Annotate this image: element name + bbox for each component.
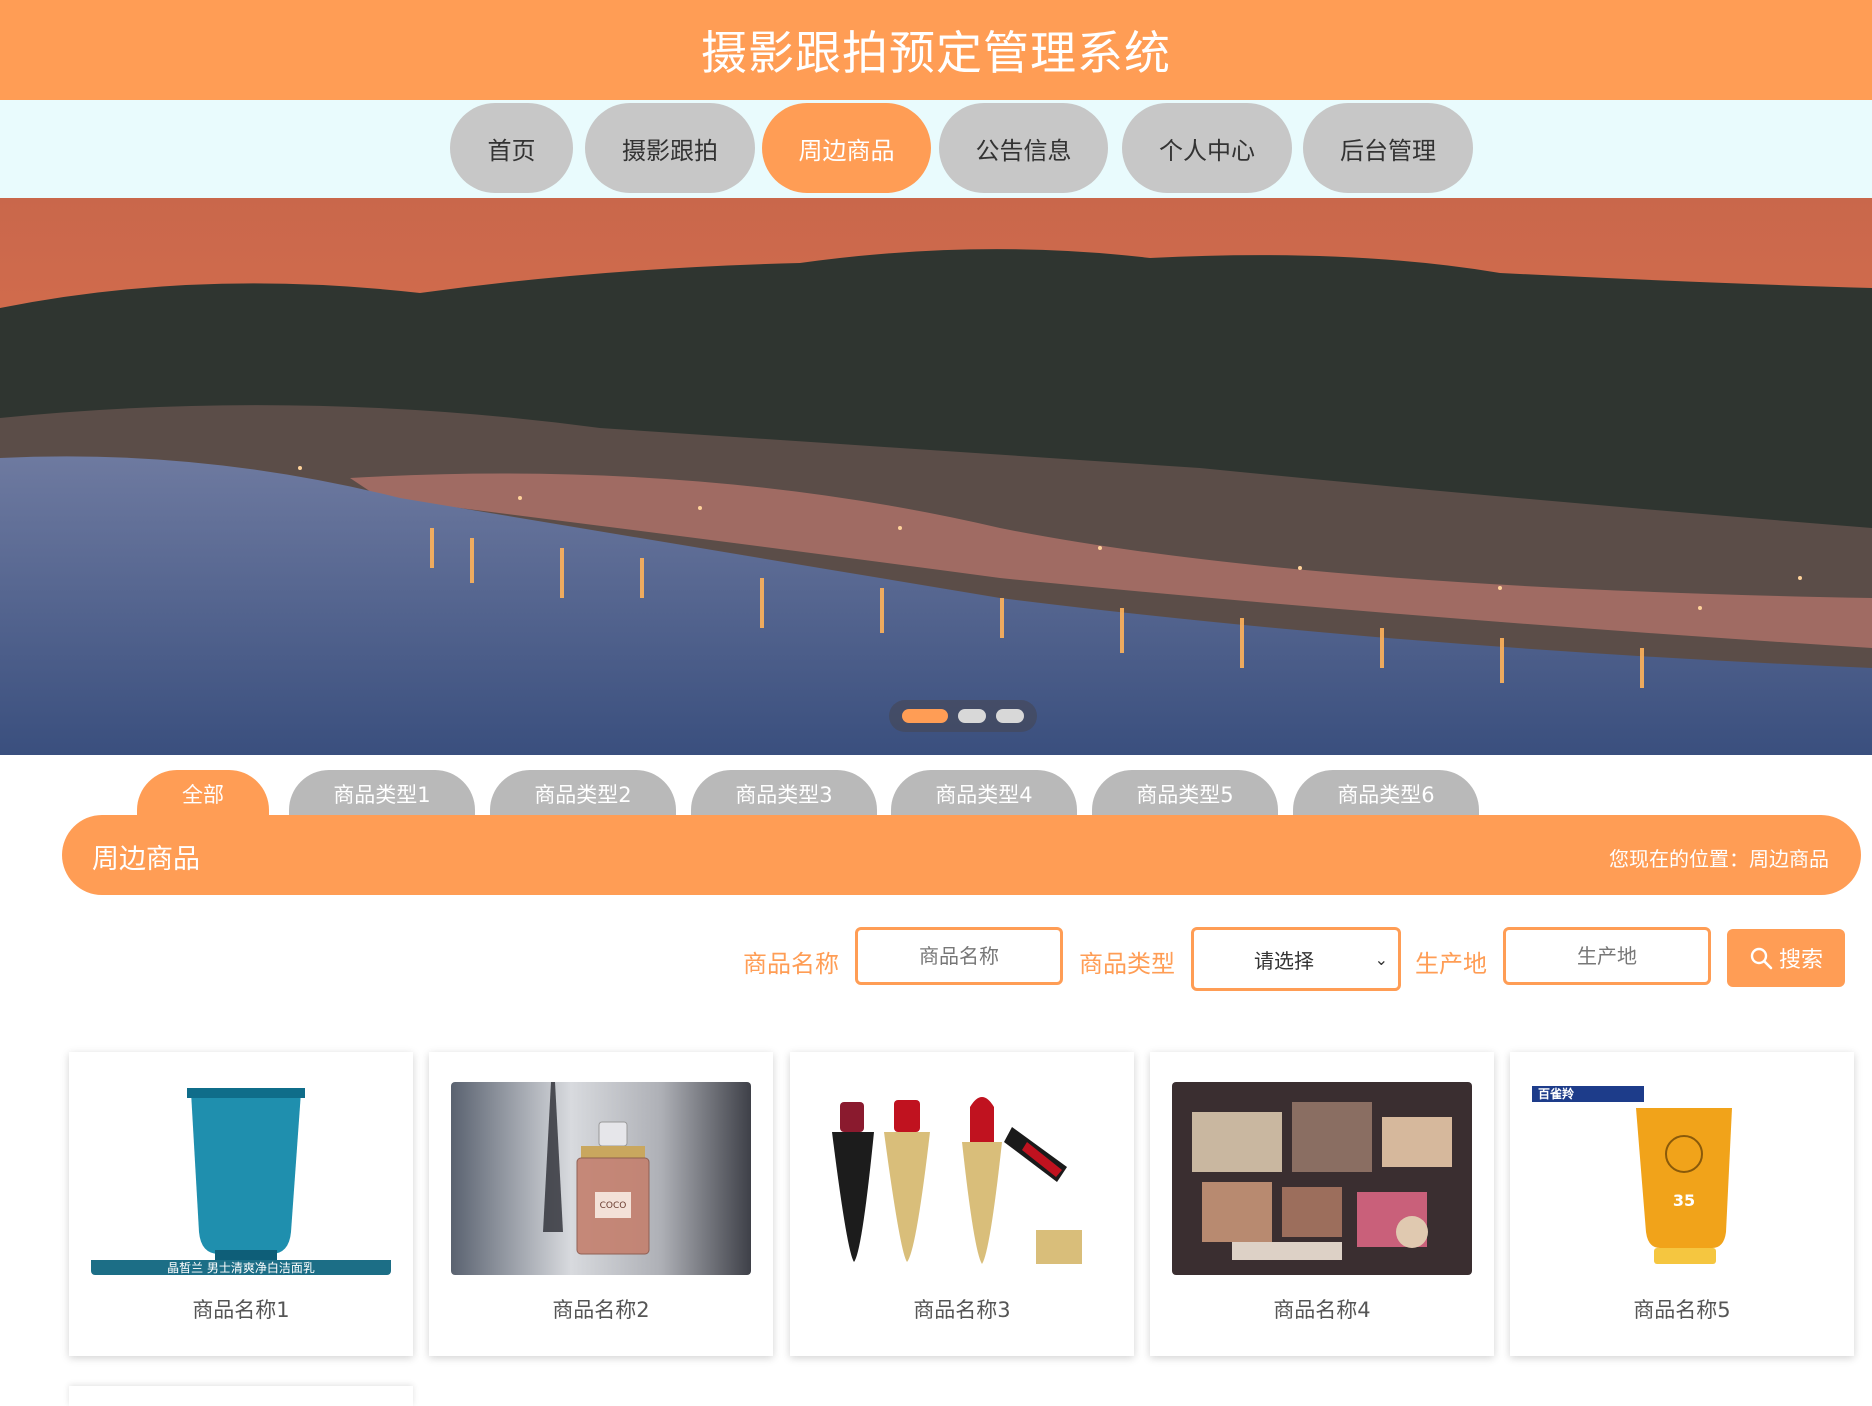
- product-name: 商品名称1: [192, 1298, 290, 1322]
- svg-text:35: 35: [1673, 1191, 1695, 1210]
- carousel-dot-1[interactable]: [902, 709, 948, 723]
- banner-carousel[interactable]: [0, 198, 1872, 755]
- nav-item-admin[interactable]: 后台管理: [1303, 103, 1473, 193]
- category-tab-type3[interactable]: 商品类型3: [691, 770, 877, 818]
- product-card[interactable]: COCO 商品名称2: [429, 1052, 773, 1356]
- origin-label: 生产地: [1415, 950, 1487, 978]
- product-name: 商品名称3: [913, 1298, 1011, 1322]
- product-image-sunscreen: 百雀羚 35: [1532, 1082, 1832, 1275]
- svg-text:晶皙兰 男士清爽净白洁面乳: 晶皙兰 男士清爽净白洁面乳: [167, 1260, 315, 1275]
- product-type-select[interactable]: 请选择 ⌄: [1191, 927, 1401, 991]
- origin-input[interactable]: [1503, 927, 1711, 985]
- nav-item-photo-tracking[interactable]: 摄影跟拍: [585, 103, 755, 193]
- main-nav: 首页 摄影跟拍 周边商品 公告信息 个人中心 后台管理: [0, 100, 1872, 198]
- product-card[interactable]: 商品名称4: [1150, 1052, 1494, 1356]
- product-name: 商品名称2: [552, 1298, 650, 1322]
- product-image-lipsticks: [812, 1082, 1112, 1275]
- product-type-label: 商品类型: [1079, 950, 1175, 978]
- search-button[interactable]: 搜索: [1727, 929, 1845, 987]
- product-image-cleanser: 晶皙兰 男士清爽净白洁面乳: [91, 1082, 391, 1275]
- banner-image: [0, 198, 1872, 755]
- product-card[interactable]: 商品名称3: [790, 1052, 1134, 1356]
- site-header: 摄影跟拍预定管理系统: [0, 0, 1872, 100]
- nav-item-products[interactable]: 周边商品: [762, 103, 931, 193]
- product-card[interactable]: 晶皙兰 男士清爽净白洁面乳 商品名称1: [69, 1052, 413, 1356]
- svg-text:COCO: COCO: [600, 1201, 627, 1211]
- carousel-dot-2[interactable]: [958, 709, 986, 723]
- svg-text:百雀羚: 百雀羚: [1538, 1086, 1575, 1101]
- nav-item-home[interactable]: 首页: [450, 103, 573, 193]
- product-name: 商品名称4: [1273, 1298, 1371, 1322]
- category-tab-type6[interactable]: 商品类型6: [1293, 770, 1479, 818]
- search-button-label: 搜索: [1778, 948, 1823, 973]
- section-header: 周边商品 您现在的位置：周边商品: [62, 815, 1861, 895]
- breadcrumb: 您现在的位置：周边商品: [1609, 847, 1829, 871]
- product-card-next-row: [69, 1386, 413, 1406]
- chevron-down-icon: ⌄: [1374, 950, 1388, 969]
- category-tab-type1[interactable]: 商品类型1: [289, 770, 475, 818]
- category-tab-type4[interactable]: 商品类型4: [891, 770, 1077, 818]
- category-tab-all[interactable]: 全部: [137, 770, 269, 818]
- section-title: 周边商品: [92, 844, 200, 875]
- site-title: 摄影跟拍预定管理系统: [701, 26, 1171, 80]
- product-name-label: 商品名称: [743, 950, 839, 978]
- product-card[interactable]: 百雀羚 35 商品名称5: [1510, 1052, 1854, 1356]
- category-tab-type5[interactable]: 商品类型5: [1092, 770, 1278, 818]
- carousel-dot-3[interactable]: [996, 709, 1024, 723]
- product-type-selected: 请选择: [1254, 948, 1314, 973]
- product-name-input[interactable]: [855, 927, 1063, 985]
- product-name: 商品名称5: [1633, 1298, 1731, 1322]
- nav-item-announcements[interactable]: 公告信息: [939, 103, 1108, 193]
- search-icon: [1750, 947, 1773, 970]
- nav-item-personal-center[interactable]: 个人中心: [1122, 103, 1292, 193]
- product-image-perfume: COCO: [451, 1082, 751, 1275]
- product-image-makeup: [1172, 1082, 1472, 1275]
- carousel-dots: [889, 700, 1037, 732]
- category-tab-type2[interactable]: 商品类型2: [490, 770, 676, 818]
